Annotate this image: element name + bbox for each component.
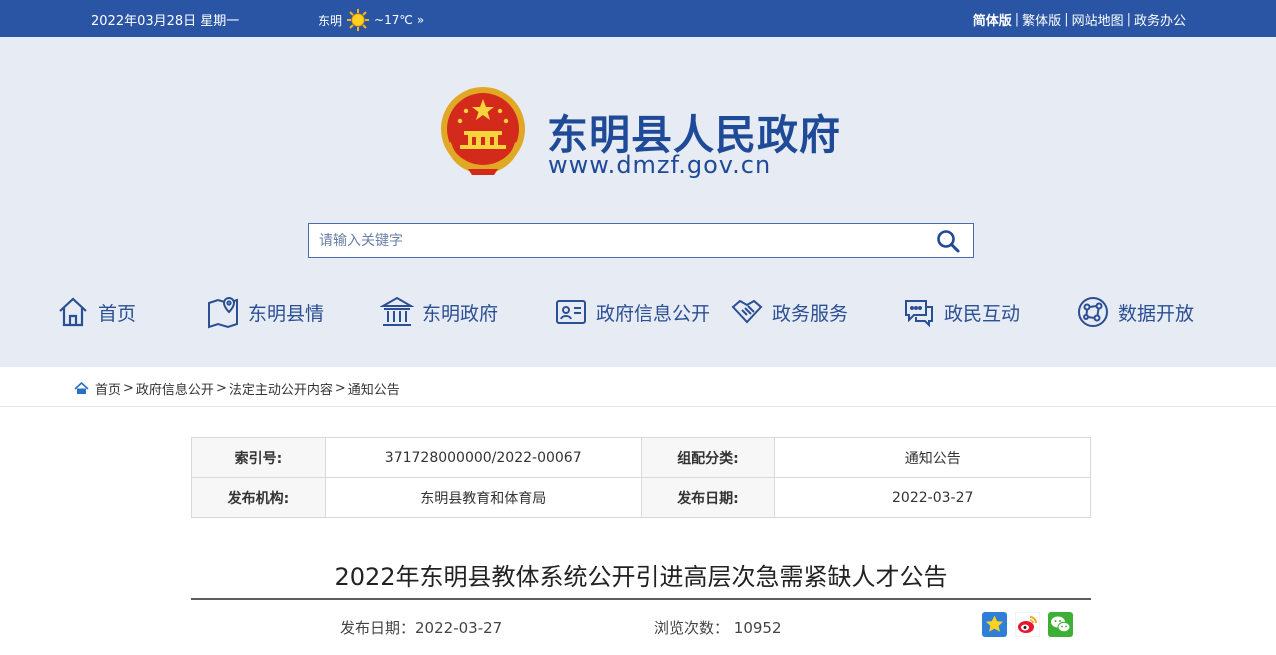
document-info-table: 索引号: 371728000000/2022-00067 组配分类: 通知公告 …: [191, 437, 1091, 518]
simplified-link[interactable]: 简体版: [973, 10, 1012, 29]
nav-label: 政务服务: [772, 302, 849, 325]
table-row: 发布机构: 东明县教育和体育局 发布日期: 2022-03-27: [191, 477, 1091, 518]
breadcrumb-statutory[interactable]: 法定主动公开内容: [229, 379, 333, 398]
search-input[interactable]: [309, 224, 919, 257]
sun-icon: [347, 9, 370, 31]
favorite-star-icon[interactable]: [982, 612, 1007, 637]
weather-widget[interactable]: 东明 ~17℃ »: [318, 8, 424, 32]
id-card-icon: [556, 300, 586, 324]
link-separator: |: [1126, 12, 1131, 27]
nav-label: 东明政府: [422, 302, 499, 325]
breadcrumb-info-disclosure[interactable]: 政府信息公开: [136, 379, 214, 398]
views-label: 浏览次数：: [654, 619, 730, 637]
pubdate-value: 2022-03-27: [774, 477, 1091, 518]
link-separator: |: [1064, 12, 1069, 27]
views-value: 10952: [733, 619, 782, 637]
site-url: www.dmzf.gov.cn: [548, 151, 772, 179]
breadcrumb-notices[interactable]: 通知公告: [348, 379, 400, 398]
category-label: 组配分类:: [640, 437, 776, 478]
index-label: 索引号:: [191, 437, 326, 478]
table-row: 索引号: 371728000000/2022-00067 组配分类: 通知公告: [191, 437, 1091, 478]
wechat-icon[interactable]: [1048, 612, 1073, 637]
nav-item-services[interactable]: 政务服务: [730, 290, 848, 334]
home-icon: [59, 297, 87, 327]
nav-item-interaction[interactable]: 政民互动: [902, 290, 1020, 334]
nav-item-government[interactable]: 东明政府: [380, 290, 498, 334]
article-title: 2022年东明县教体系统公开引进高层次急需紧缺人才公告: [334, 563, 948, 591]
breadcrumb-separator: >: [334, 381, 346, 396]
link-separator: |: [1014, 12, 1020, 27]
search-icon[interactable]: [935, 228, 961, 254]
weibo-icon[interactable]: [1015, 612, 1040, 637]
nav-label: 数据开放: [1118, 302, 1195, 325]
article-views: 浏览次数： 10952: [654, 617, 782, 638]
top-bar: 2022年03月28日 星期一 东明 ~17℃ » 简体版 | 繁体版 | 网站…: [0, 0, 1276, 37]
traditional-link[interactable]: 繁体版: [1022, 10, 1061, 29]
breadcrumb-bar: 首页 > 政府信息公开 > 法定主动公开内容 > 通知公告: [0, 367, 1276, 407]
network-icon: [1078, 297, 1108, 327]
share-buttons: [982, 612, 1073, 637]
breadcrumb: 首页 > 政府信息公开 > 法定主动公开内容 > 通知公告: [74, 379, 400, 398]
handshake-icon: [731, 299, 763, 324]
nav-label: 政民互动: [944, 302, 1021, 325]
national-emblem-icon[interactable]: [438, 85, 528, 177]
government-building-icon: [380, 296, 414, 326]
nav-label: 政府信息公开: [596, 302, 711, 325]
sitemap-link[interactable]: 网站地图: [1072, 10, 1124, 29]
home-icon: [74, 382, 89, 394]
weather-temp: ~17℃: [374, 13, 413, 27]
nav-item-info-disclosure[interactable]: 政府信息公开: [554, 290, 710, 334]
article-date: 发布日期：2022-03-27: [340, 617, 502, 638]
org-value: 东明县教育和体育局: [324, 477, 642, 518]
top-links: 简体版 | 繁体版 | 网站地图 | 政务办公: [973, 10, 1186, 29]
nav-item-county-info[interactable]: 东明县情: [206, 290, 324, 334]
breadcrumb-separator: >: [123, 381, 134, 396]
index-value: 371728000000/2022-00067: [324, 437, 642, 478]
chat-icon: [905, 300, 933, 328]
breadcrumb-home[interactable]: 首页: [95, 379, 121, 398]
category-value: 通知公告: [774, 437, 1091, 478]
org-label: 发布机构:: [191, 477, 326, 518]
nav-item-open-data[interactable]: 数据开放: [1076, 290, 1194, 334]
current-date: 2022年03月28日 星期一: [91, 14, 240, 29]
search-box: [308, 223, 974, 258]
date-label: 发布日期：: [340, 619, 416, 637]
title-divider: [191, 598, 1091, 600]
main-nav: 首页 东明县情 东明政府 政府信息公开 政务服务 政民互动 数据开放: [0, 290, 1276, 334]
nav-item-home[interactable]: 首页: [56, 290, 136, 334]
map-pin-icon: [208, 297, 238, 329]
weather-city: 东明: [318, 13, 343, 28]
site-header: 东明县人民政府 www.dmzf.gov.cn 首页 东明县情: [0, 37, 1276, 367]
nav-label: 东明县情: [248, 302, 325, 325]
date-value: 2022-03-27: [415, 619, 503, 637]
breadcrumb-separator: >: [215, 381, 227, 396]
office-link[interactable]: 政务办公: [1134, 10, 1186, 29]
nav-label: 首页: [98, 302, 137, 325]
pubdate-label: 发布日期:: [640, 477, 776, 518]
weather-more-icon[interactable]: »: [417, 13, 424, 27]
